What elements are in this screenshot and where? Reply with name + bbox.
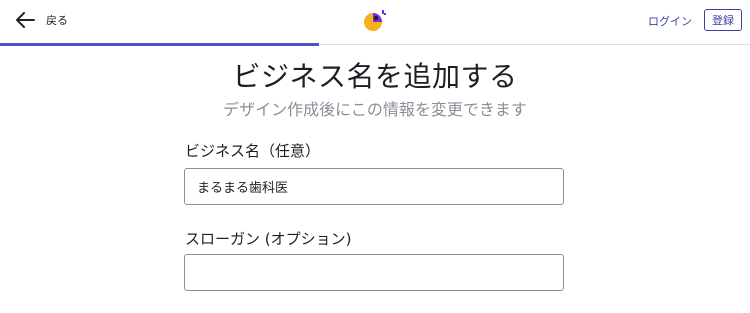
progress-bar (0, 43, 750, 46)
top-bar: 戻る ログイン 登録 (0, 0, 750, 46)
page-subtitle: デザイン作成後にこの情報を変更できます (223, 100, 527, 119)
register-button[interactable]: 登録 (704, 9, 742, 31)
slogan-label: スローガン (オプション) (185, 230, 352, 248)
back-button[interactable]: 戻る (14, 8, 68, 32)
progress-fill (0, 43, 319, 46)
slogan-input[interactable] (184, 254, 564, 291)
arrow-left-icon (16, 12, 35, 28)
business-name-input[interactable] (184, 168, 564, 205)
business-name-label: ビジネス名（任意） (185, 142, 321, 160)
page-title: ビジネス名を追加する (232, 60, 518, 93)
login-link[interactable]: ログイン (648, 13, 692, 29)
back-label: 戻る (46, 14, 68, 27)
logo-icon (364, 10, 386, 31)
